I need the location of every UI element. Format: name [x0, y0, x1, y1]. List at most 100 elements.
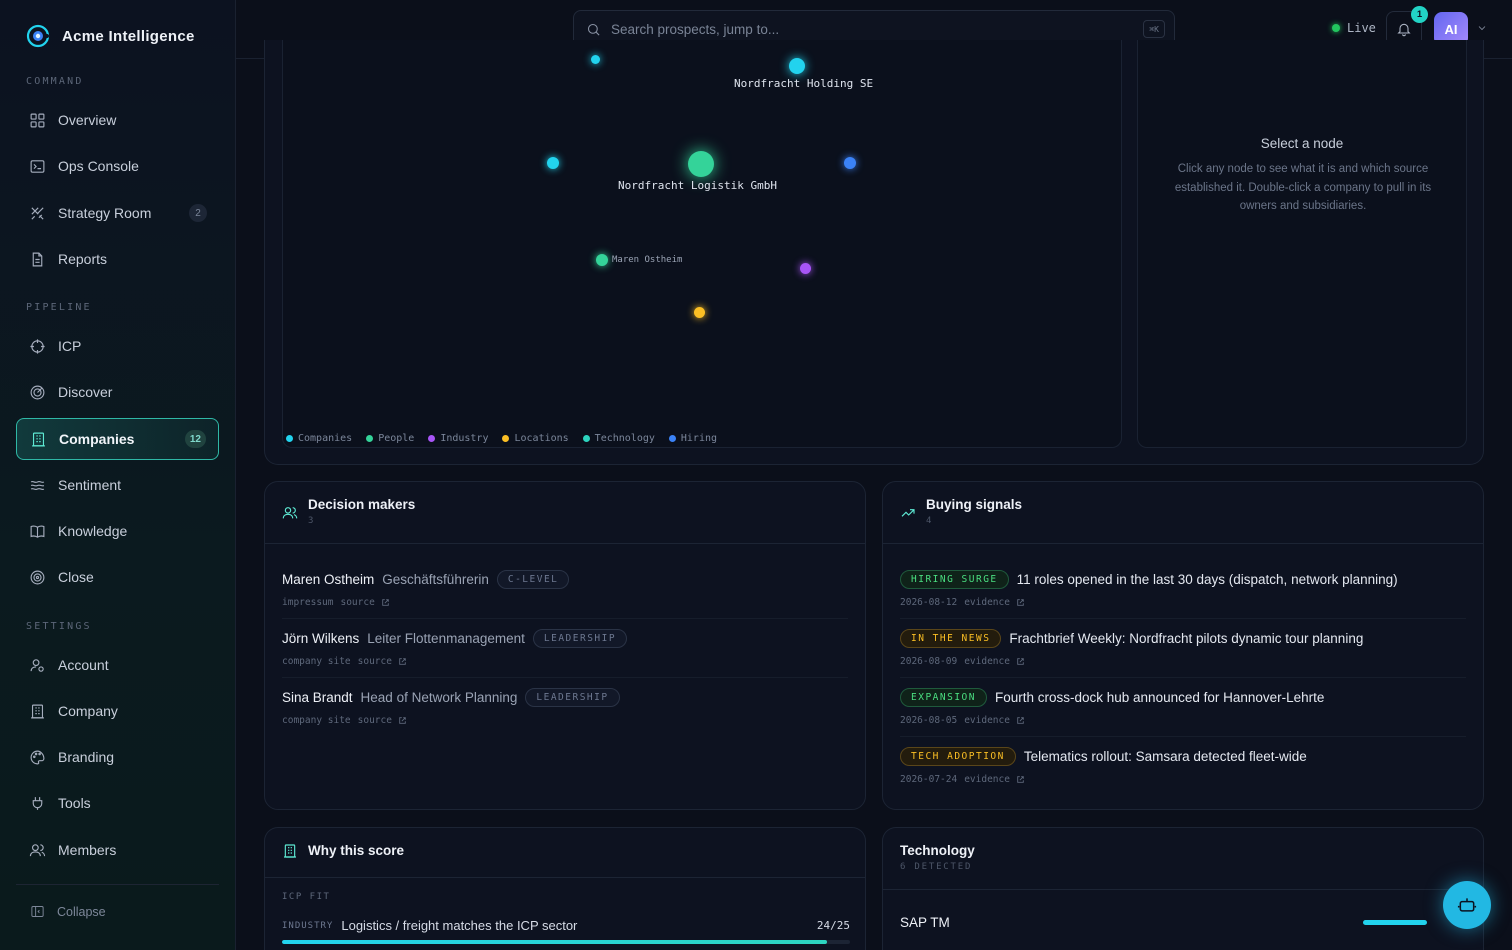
sidebar-item-companies[interactable]: Companies 12	[16, 418, 219, 460]
palette-icon	[30, 750, 45, 764]
card-count: 4	[926, 516, 933, 526]
sidebar-item-tools[interactable]: Tools	[16, 782, 219, 824]
sidebar-item-label: Close	[58, 569, 94, 585]
graph-node[interactable]	[591, 55, 600, 64]
external-link-icon	[1017, 599, 1024, 606]
live-dot	[1332, 24, 1340, 32]
sidebar-item-sentiment[interactable]: Sentiment	[16, 464, 219, 506]
logo-icon	[26, 24, 50, 48]
brand[interactable]: Acme Intelligence	[26, 24, 195, 48]
external-link-icon	[399, 658, 406, 665]
sidebar-item-strategy-room[interactable]: Strategy Room 2	[16, 192, 219, 234]
signal-date: 2026-08-09	[900, 656, 958, 667]
evidence-link[interactable]: evidence	[964, 774, 1010, 785]
sidebar-item-branding[interactable]: Branding	[16, 736, 219, 778]
person-role: Geschäftsführerin	[382, 572, 489, 587]
chevron-down-icon[interactable]	[1476, 22, 1488, 34]
legend-label: People	[378, 433, 415, 444]
row-divider	[900, 736, 1466, 737]
sidebar-item-label: Members	[58, 842, 117, 858]
signal-tag: IN THE NEWS	[900, 629, 1002, 648]
source-type: company site	[282, 656, 351, 667]
external-link-icon	[1017, 776, 1024, 783]
panel-description: Click any node to see what it is and whi…	[1174, 163, 1432, 212]
sidebar-item-close[interactable]: Close	[16, 556, 219, 598]
graph-node-logistik[interactable]	[688, 151, 714, 177]
source-link[interactable]: source	[358, 715, 392, 726]
sidebar-item-label: Account	[58, 657, 109, 673]
row-divider	[900, 677, 1466, 678]
external-link-icon	[1017, 717, 1024, 724]
count-badge: 12	[184, 430, 206, 448]
confidence-bar	[1363, 920, 1427, 925]
sidebar-item-overview[interactable]: Overview	[16, 99, 219, 141]
card-count: 3	[308, 516, 315, 526]
legend-item: Locations	[502, 433, 569, 444]
person-role: Head of Network Planning	[360, 690, 518, 705]
sidebar-item-reports[interactable]: Reports	[16, 238, 219, 280]
source-link[interactable]: source	[340, 597, 374, 608]
bot-icon	[1457, 898, 1477, 912]
sidebar-item-ops-console[interactable]: Ops Console	[16, 145, 219, 187]
sidebar-item-knowledge[interactable]: Knowledge	[16, 510, 219, 552]
sidebar-item-discover[interactable]: Discover	[16, 371, 219, 413]
signal-item: HIRING SURGE 11 roles opened in the last…	[900, 570, 1398, 608]
graph-node[interactable]	[694, 307, 705, 318]
legend-item: Technology	[582, 433, 655, 444]
score-row-text: Logistics / freight matches the ICP sect…	[341, 918, 578, 933]
graph-node-holding[interactable]	[789, 58, 805, 74]
sidebar-item-company[interactable]: Company	[16, 690, 219, 732]
sidebar-item-members[interactable]: Members	[16, 829, 219, 871]
legend-item: Companies	[286, 433, 352, 444]
seniority-tag: LEADERSHIP	[525, 688, 620, 707]
seniority-tag: C-LEVEL	[496, 570, 570, 589]
crosshair-icon	[30, 338, 45, 354]
legend-label: Industry	[440, 433, 489, 444]
graph-node[interactable]	[844, 157, 856, 169]
person-name: Sina Brandt	[282, 690, 353, 705]
legend-swatch	[582, 435, 590, 442]
external-link-icon	[382, 599, 389, 606]
score-row-label: INDUSTRY	[282, 920, 334, 931]
app-name: Acme Intelligence	[62, 27, 195, 45]
person-name: Jörn Wilkens	[282, 631, 360, 646]
relationship-graph[interactable]	[282, 40, 1122, 448]
search-input[interactable]	[611, 21, 1111, 37]
legend-item: Industry	[428, 433, 488, 444]
sidebar-item-label: Reports	[58, 251, 108, 267]
document-icon	[32, 252, 43, 266]
assistant-button[interactable]	[1443, 881, 1491, 929]
sidebar-item-icp[interactable]: ICP	[16, 325, 219, 367]
external-link-icon	[399, 717, 406, 724]
card-title: Why this score	[308, 843, 405, 858]
graph-node[interactable]	[547, 157, 559, 169]
user-cog-icon	[30, 658, 44, 672]
building-icon	[284, 844, 296, 858]
target-icon	[30, 570, 45, 584]
sidebar-item-account[interactable]: Account	[16, 644, 219, 686]
evidence-link[interactable]: evidence	[964, 715, 1010, 726]
signal-date: 2026-08-12	[900, 597, 958, 608]
score-bar-fill	[282, 940, 828, 944]
row-divider	[900, 618, 1466, 619]
graph-node-person[interactable]	[596, 254, 608, 266]
live-indicator: Live	[1332, 21, 1376, 35]
score-bar	[282, 940, 850, 944]
evidence-link[interactable]: evidence	[964, 656, 1010, 667]
collapse-button[interactable]: Collapse	[30, 904, 106, 919]
waves-icon	[30, 480, 45, 490]
card-header: Buying signals 4	[900, 497, 1022, 526]
evidence-link[interactable]: evidence	[964, 597, 1010, 608]
signal-text: 11 roles opened in the last 30 days (dis…	[1016, 572, 1398, 587]
terminal-icon	[30, 159, 45, 173]
search-icon	[587, 23, 600, 36]
graph-node[interactable]	[800, 263, 811, 274]
sidebar-item-label: Tools	[58, 795, 91, 811]
bell-icon	[1397, 23, 1411, 37]
signal-date: 2026-08-05	[900, 715, 958, 726]
section-command: COMMAND	[26, 76, 84, 87]
section-label: ICP FIT	[282, 892, 331, 902]
source-link[interactable]: source	[358, 656, 392, 667]
card-header: Decision makers 3	[282, 497, 415, 526]
score-card: Why this score ICP FIT INDUSTRY Logistic…	[264, 827, 866, 950]
